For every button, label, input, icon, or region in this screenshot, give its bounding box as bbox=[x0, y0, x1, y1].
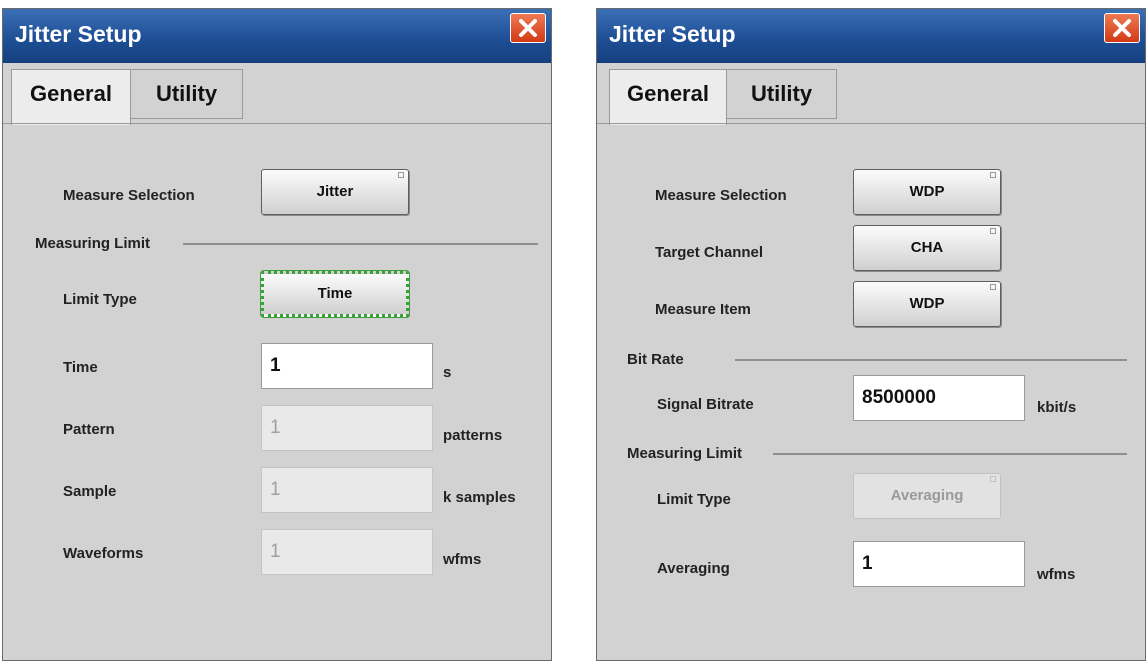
jitter-setup-dialog-left: Jitter Setup General Utility Measure Sel… bbox=[2, 8, 552, 661]
pattern-input: 1 bbox=[261, 405, 433, 451]
close-button[interactable] bbox=[1104, 13, 1140, 43]
tab-strip: General Utility bbox=[597, 63, 1145, 125]
tab-divider bbox=[597, 123, 1145, 124]
waveforms-label: Waveforms bbox=[63, 545, 144, 562]
measure-item-label: Measure Item bbox=[655, 301, 751, 318]
limit-type-value: Time bbox=[317, 285, 353, 302]
tab-strip: General Utility bbox=[3, 63, 551, 125]
time-label: Time bbox=[63, 359, 98, 376]
tab-utility[interactable]: Utility bbox=[131, 69, 243, 119]
measure-selection-label: Measure Selection bbox=[63, 187, 195, 204]
averaging-input[interactable]: 1 bbox=[853, 541, 1025, 587]
dropdown-indicator-icon bbox=[990, 172, 996, 178]
measure-selection-button[interactable]: Jitter bbox=[261, 169, 409, 215]
limit-type-label: Limit Type bbox=[657, 491, 731, 508]
sample-label: Sample bbox=[63, 483, 117, 500]
close-icon bbox=[1113, 19, 1131, 37]
tab-general[interactable]: General bbox=[11, 69, 131, 125]
section-divider bbox=[735, 359, 1127, 361]
waveforms-unit: wfms bbox=[443, 551, 482, 568]
sample-input: 1 bbox=[261, 467, 433, 513]
dropdown-indicator-icon bbox=[990, 228, 996, 234]
time-input[interactable]: 1 bbox=[261, 343, 433, 389]
measure-selection-label: Measure Selection bbox=[655, 187, 787, 204]
measure-selection-button[interactable]: WDP bbox=[853, 169, 1001, 215]
measure-item-value: WDP bbox=[909, 295, 945, 312]
limit-type-button[interactable]: Time bbox=[260, 270, 410, 318]
waveforms-input: 1 bbox=[261, 529, 433, 575]
dialog-title: Jitter Setup bbox=[15, 21, 142, 47]
target-channel-value: CHA bbox=[910, 239, 944, 256]
bit-rate-heading: Bit Rate bbox=[627, 351, 684, 368]
averaging-label: Averaging bbox=[657, 560, 730, 577]
title-bar: Jitter Setup bbox=[597, 9, 1145, 63]
limit-type-button: Averaging bbox=[853, 473, 1001, 519]
signal-bitrate-label: Signal Bitrate bbox=[657, 396, 754, 413]
close-icon bbox=[519, 19, 537, 37]
measure-item-button[interactable]: WDP bbox=[853, 281, 1001, 327]
sample-unit: k samples bbox=[443, 489, 516, 506]
measuring-limit-heading: Measuring Limit bbox=[35, 235, 151, 252]
section-divider bbox=[183, 243, 538, 245]
tab-utility[interactable]: Utility bbox=[727, 69, 837, 119]
jitter-setup-dialog-right: Jitter Setup General Utility Measure Sel… bbox=[596, 8, 1146, 661]
averaging-unit: wfms bbox=[1037, 566, 1076, 583]
signal-bitrate-input[interactable]: 8500000 bbox=[853, 375, 1025, 421]
pattern-label: Pattern bbox=[63, 421, 115, 438]
target-channel-label: Target Channel bbox=[655, 244, 764, 261]
pattern-unit: patterns bbox=[443, 427, 503, 444]
section-divider bbox=[773, 453, 1127, 455]
limit-type-label: Limit Type bbox=[63, 291, 137, 308]
limit-type-value: Averaging bbox=[890, 487, 964, 504]
target-channel-button[interactable]: CHA bbox=[853, 225, 1001, 271]
dropdown-indicator-icon bbox=[990, 476, 996, 482]
title-bar: Jitter Setup bbox=[3, 9, 551, 63]
dialog-title: Jitter Setup bbox=[609, 21, 736, 47]
signal-bitrate-unit: kbit/s bbox=[1037, 399, 1077, 416]
measure-selection-value: WDP bbox=[909, 183, 945, 200]
measure-selection-value: Jitter bbox=[316, 183, 354, 200]
dropdown-indicator-icon bbox=[990, 284, 996, 290]
measuring-limit-heading: Measuring Limit bbox=[627, 445, 743, 462]
dropdown-indicator-icon bbox=[398, 172, 404, 178]
close-button[interactable] bbox=[510, 13, 546, 43]
tab-general[interactable]: General bbox=[609, 69, 727, 125]
time-unit: s bbox=[443, 364, 452, 381]
tab-divider bbox=[3, 123, 551, 124]
